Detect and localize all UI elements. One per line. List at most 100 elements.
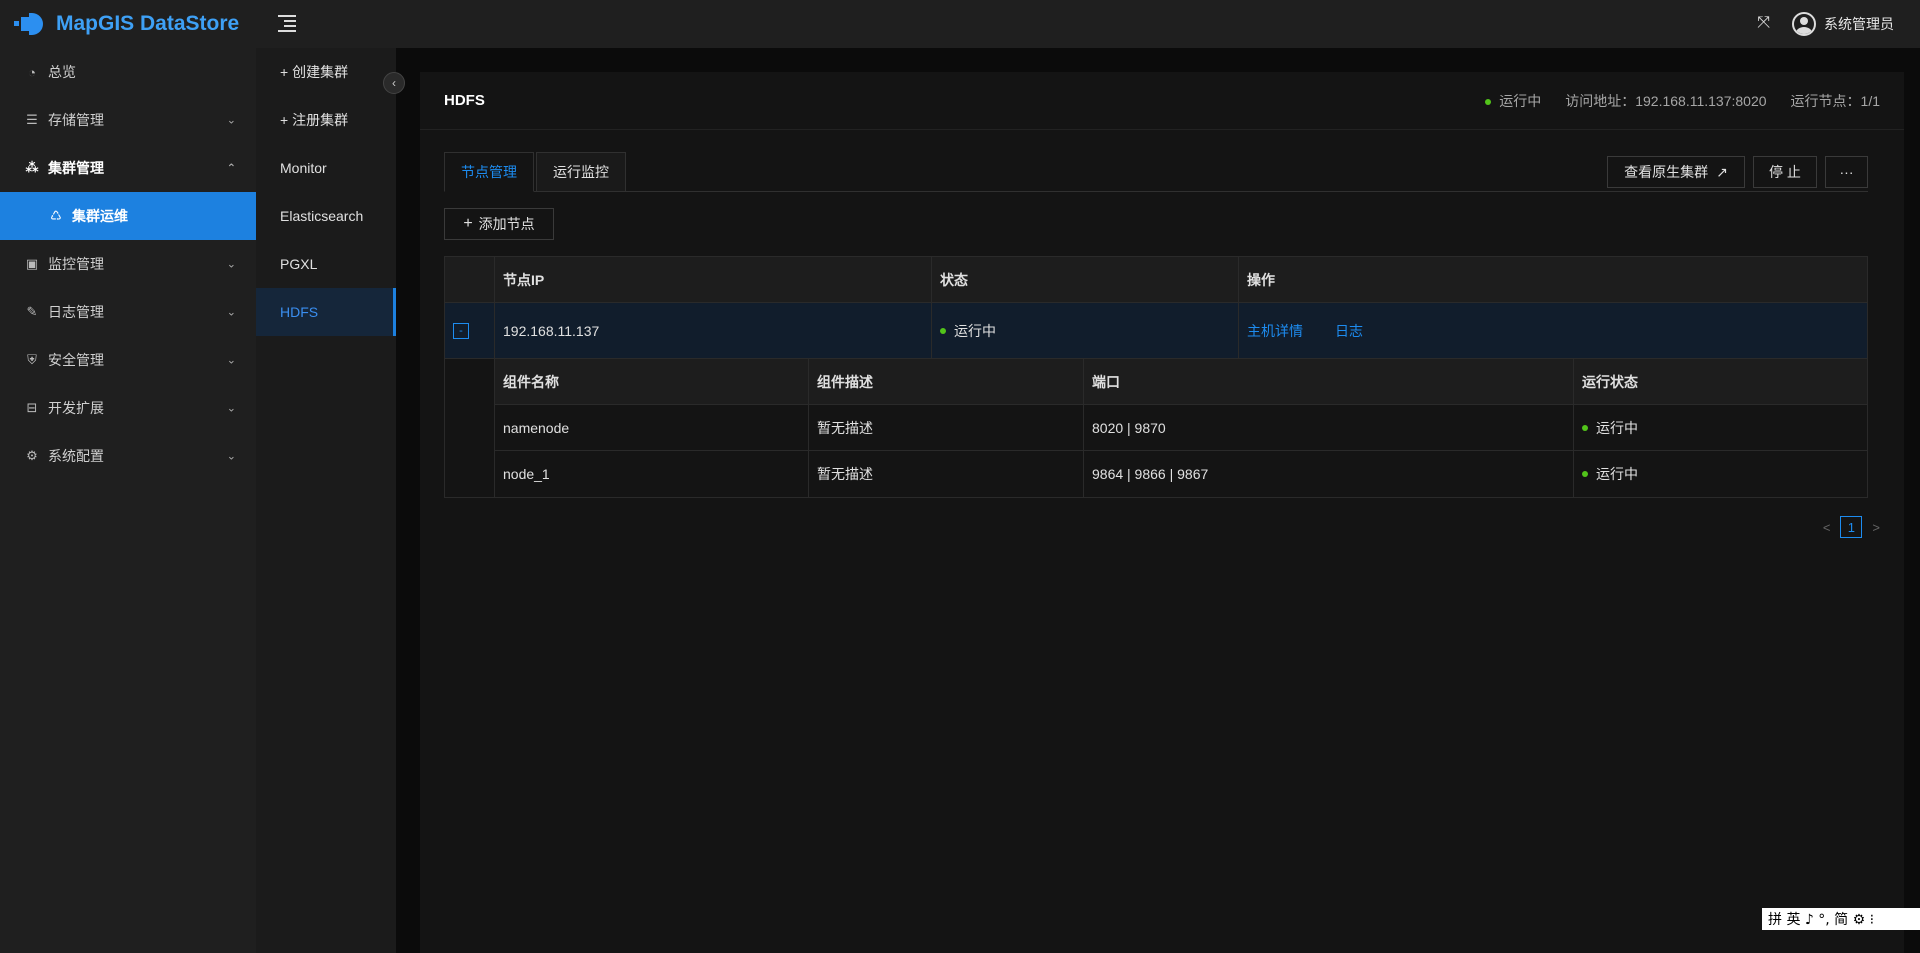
sidebar-item-label: 总览 (48, 64, 76, 80)
column-component-name: 组件名称 (495, 359, 809, 404)
cluster-icon: ⁂ (25, 160, 39, 175)
component-desc: 暂无描述 (809, 405, 1084, 450)
log-link[interactable]: 日志 (1335, 321, 1363, 341)
app-name: MapGIS DataStore (56, 12, 240, 35)
sidebar-item-label: 集群管理 (48, 160, 104, 176)
component-port: 9864 | 9866 | 9867 (1084, 451, 1574, 497)
recycle-icon: ♺ (50, 208, 62, 223)
fullscreen-icon[interactable]: ⤧ (1757, 14, 1770, 32)
column-status: 状态 (932, 257, 1239, 302)
sidebar-item-label: 集群运维 (72, 208, 128, 224)
cluster-item-elasticsearch[interactable]: Elasticsearch (256, 192, 396, 240)
scrollbar[interactable] (1906, 48, 1920, 953)
node-table: 节点IP 状态 操作 - 192.168.11.137 运行中 主机详情 日志 … (444, 256, 1868, 498)
logo-icon (14, 13, 50, 35)
tab-node-management[interactable]: 节点管理 (444, 152, 534, 192)
column-component-desc: 组件描述 (809, 359, 1084, 404)
cluster-meta: 运行中 访问地址：192.168.11.137:8020 运行节点：1/1 (1485, 91, 1880, 111)
column-node-ip: 节点IP (495, 257, 932, 302)
prev-page-icon[interactable]: < (1823, 520, 1831, 535)
stop-button[interactable]: 停 止 (1753, 156, 1817, 188)
external-link-icon: ↗ (1716, 163, 1728, 180)
host-detail-link[interactable]: 主机详情 (1247, 321, 1303, 341)
status-dot-icon (1582, 424, 1588, 431)
monitor-icon: ▣ (25, 256, 39, 271)
component-status: 运行中 (1574, 405, 1867, 450)
user-name: 系统管理员 (1824, 16, 1894, 32)
status-dot-icon (940, 327, 946, 334)
table-header: 节点IP 状态 操作 (445, 257, 1867, 303)
more-button[interactable]: ··· (1825, 156, 1868, 188)
tab-run-monitor[interactable]: 运行监控 (536, 152, 626, 192)
user-menu[interactable]: 系统管理员 (1792, 12, 1894, 36)
collapse-row-button[interactable]: - (453, 322, 469, 339)
ime-toolbar[interactable]: 拼 英 ♪ °, 简 ⚙ ⁝ (1762, 908, 1920, 930)
plus-icon: + (463, 215, 473, 232)
sub-table-header: 组件名称 组件描述 端口 运行状态 (495, 359, 1867, 405)
sidebar-item-label: 安全管理 (48, 352, 104, 368)
gear-icon: ⚙ (26, 448, 38, 463)
sidebar-item-overview[interactable]: ◔ 总览 (0, 48, 256, 96)
component-table: 组件名称 组件描述 端口 运行状态 namenode 暂无描述 8020 | 9… (495, 359, 1867, 497)
collapse-panel-icon[interactable]: ‹ (383, 72, 405, 94)
node-status: 运行中 (932, 303, 1239, 358)
status-dot-icon (1582, 471, 1588, 477)
sidebar-item-log[interactable]: ✎ 日志管理 ⌄ (0, 288, 256, 336)
shield-icon: ⛨ (27, 352, 37, 367)
sidebar-item-monitor[interactable]: ▣ 监控管理 ⌄ (0, 240, 256, 288)
sidebar-item-system[interactable]: ⚙ 系统配置 ⌄ (0, 432, 256, 480)
column-port: 端口 (1084, 359, 1574, 404)
add-node-button[interactable]: + 添加节点 (444, 208, 554, 240)
column-run-status: 运行状态 (1582, 373, 1638, 390)
sidebar-item-dev[interactable]: ⊟ 开发扩展 ⌄ (0, 384, 256, 432)
dashboard-icon: ◔ (28, 64, 36, 80)
component-name: namenode (495, 405, 809, 450)
chevron-down-icon: ⌄ (226, 402, 236, 415)
cluster-nodes: 运行节点：1/1 (1790, 92, 1880, 109)
cluster-status: 运行中 (1485, 91, 1541, 111)
chevron-up-icon: ⌃ (226, 162, 236, 175)
sidebar-item-label: 日志管理 (48, 304, 104, 320)
node-operations: 主机详情 日志 (1239, 303, 1867, 358)
cluster-item-hdfs[interactable]: HDFS (256, 288, 396, 336)
menu-fold-icon[interactable] (278, 14, 298, 32)
node-ip: 192.168.11.137 (495, 303, 932, 358)
cluster-address: 访问地址：192.168.11.137:8020 (1565, 92, 1767, 109)
component-name: node_1 (495, 451, 809, 497)
column-operations: 操作 (1247, 271, 1275, 288)
app-logo[interactable]: MapGIS DataStore (0, 0, 256, 48)
sidebar-item-label: 开发扩展 (48, 400, 104, 416)
cluster-detail-panel: HDFS 运行中 访问地址：192.168.11.137:8020 运行节点：1… (420, 72, 1904, 953)
page-number[interactable]: 1 (1840, 516, 1863, 538)
sidebar-item-security[interactable]: ⛨ 安全管理 ⌄ (0, 336, 256, 384)
sidebar-item-label: 系统配置 (48, 448, 104, 464)
toolbox-icon: ⊟ (26, 400, 38, 415)
component-port: 8020 | 9870 (1084, 405, 1574, 450)
create-cluster-button[interactable]: + 创建集群 (256, 48, 396, 96)
chevron-down-icon: ⌄ (226, 306, 236, 319)
cluster-item-pgxl[interactable]: PGXL (256, 240, 396, 288)
chevron-down-icon: ⌄ (226, 114, 236, 127)
sidebar-item-storage[interactable]: ☰ 存储管理 ⌄ (0, 96, 256, 144)
pagination: < 1 > (1823, 516, 1880, 538)
component-desc: 暂无描述 (809, 451, 1084, 497)
next-page-icon[interactable]: > (1872, 520, 1880, 535)
panel-title: HDFS (444, 92, 485, 109)
sidebar-item-cluster-ops[interactable]: ♺ 集群运维 (0, 192, 256, 240)
sidebar-item-label: 监控管理 (48, 256, 104, 272)
sidebar-item-label: 存储管理 (48, 112, 104, 128)
status-dot-icon (1485, 98, 1492, 105)
sidebar-item-cluster[interactable]: ⁂ 集群管理 ⌃ (0, 144, 256, 192)
chevron-down-icon: ⌄ (226, 450, 236, 463)
log-icon: ✎ (26, 304, 38, 319)
storage-icon: ☰ (26, 112, 38, 127)
avatar-icon (1792, 12, 1816, 36)
view-native-cluster-button[interactable]: 查看原生集群 ↗ (1607, 156, 1745, 188)
component-status: 运行中 (1574, 451, 1867, 497)
register-cluster-button[interactable]: + 注册集群 (256, 96, 396, 144)
table-row: namenode 暂无描述 8020 | 9870 运行中 (495, 405, 1867, 451)
top-header: ⤧ 系统管理员 (256, 0, 1920, 48)
chevron-down-icon: ⌄ (226, 258, 236, 271)
panel-header: HDFS 运行中 访问地址：192.168.11.137:8020 运行节点：1… (420, 72, 1904, 130)
cluster-item-monitor[interactable]: Monitor (256, 144, 396, 192)
